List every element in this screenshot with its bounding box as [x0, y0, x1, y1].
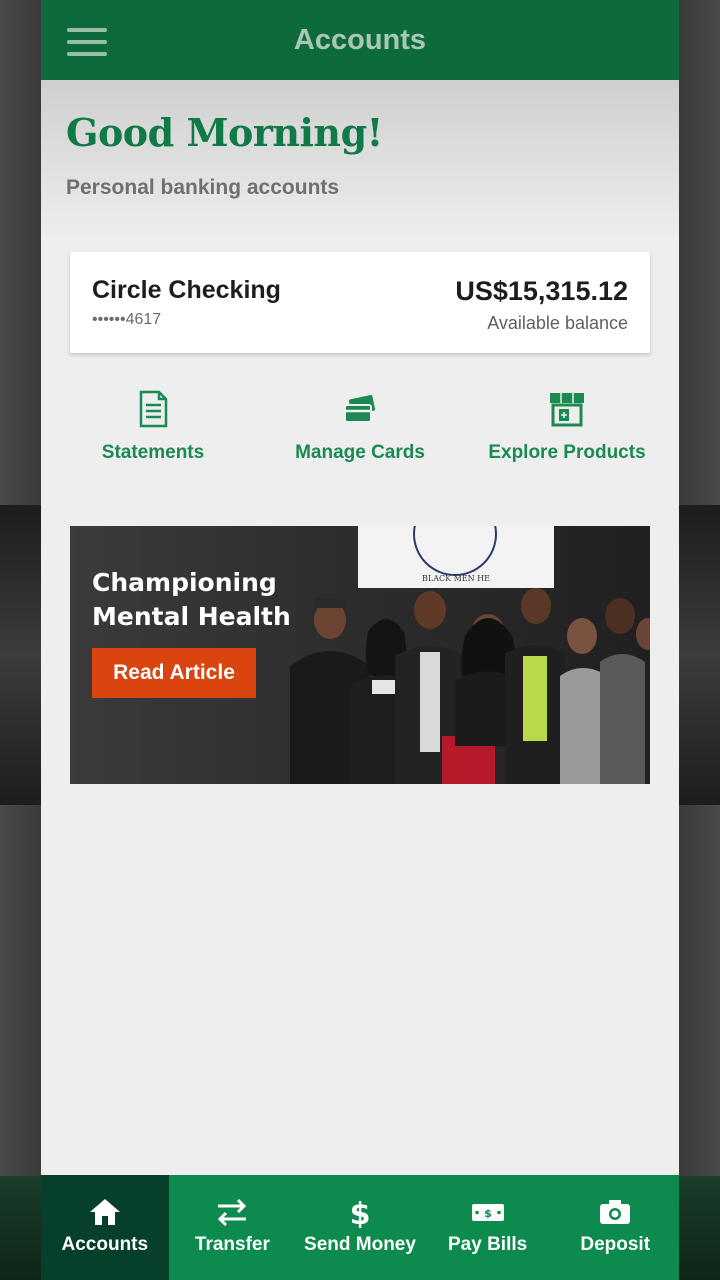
manage-cards-button[interactable]: Manage Cards — [260, 385, 460, 475]
document-icon — [139, 390, 168, 428]
home-icon — [89, 1199, 120, 1225]
promo-banner[interactable]: BLACK MEN HE Championing Mental Health R… — [70, 526, 650, 784]
explore-products-label: Explore Products — [488, 442, 646, 463]
banner-title: Championing Mental Health — [92, 568, 291, 631]
nav-label-pay-bills: Pay Bills — [447, 1234, 528, 1255]
page-title: Accounts — [293, 24, 427, 56]
nav-item-pay-bills[interactable]: $ Pay Bills — [424, 1175, 552, 1280]
quick-actions: Statements Manage Cards Explore Products — [41, 385, 679, 475]
account-name: Circle Checking — [92, 276, 281, 304]
nav-label-send-money: Send Money — [304, 1234, 416, 1255]
read-article-button[interactable]: Read Article — [92, 648, 256, 698]
explore-products-button[interactable]: Explore Products — [467, 385, 667, 475]
app-screen: Accounts Good Morning! Personal banking … — [41, 0, 679, 1280]
nav-item-deposit[interactable]: Deposit — [551, 1175, 679, 1280]
account-card-circle-checking[interactable]: Circle Checking ••••••4617 US$15,315.12 … — [70, 252, 650, 353]
nav-label-deposit: Deposit — [580, 1234, 651, 1255]
dollar-icon: $ — [350, 1197, 371, 1228]
greeting-subtitle: Personal banking accounts — [66, 176, 340, 199]
account-number: ••••••4617 — [92, 311, 162, 328]
banner-sign-logo — [413, 526, 497, 576]
account-balance-label: Available balance — [487, 313, 628, 333]
header-gradient — [41, 80, 679, 240]
nav-item-transfer[interactable]: Transfer — [169, 1175, 297, 1280]
banner-group-photo — [290, 588, 650, 784]
account-balance: US$15,315.12 — [455, 276, 628, 306]
cards-icon — [344, 395, 376, 423]
camera-icon — [600, 1200, 631, 1224]
manage-cards-label: Manage Cards — [295, 442, 425, 463]
nav-item-send-money[interactable]: $ Send Money — [296, 1175, 424, 1280]
storefront-icon — [550, 393, 584, 427]
svg-text:$: $ — [484, 1207, 492, 1220]
transfer-arrows-icon — [218, 1198, 247, 1227]
statements-label: Statements — [101, 442, 205, 463]
nav-item-accounts[interactable]: Accounts — [41, 1175, 169, 1280]
statements-button[interactable]: Statements — [53, 385, 253, 475]
svg-text:$: $ — [350, 1197, 371, 1228]
bottom-navigation: Accounts Transfer $ Send Money $ Pay Bil… — [41, 1175, 679, 1280]
top-app-bar: Accounts — [41, 0, 679, 80]
bill-icon: $ — [471, 1204, 504, 1221]
nav-label-accounts: Accounts — [61, 1234, 149, 1255]
greeting-heading: Good Morning! — [66, 110, 383, 155]
nav-label-transfer: Transfer — [194, 1234, 270, 1255]
